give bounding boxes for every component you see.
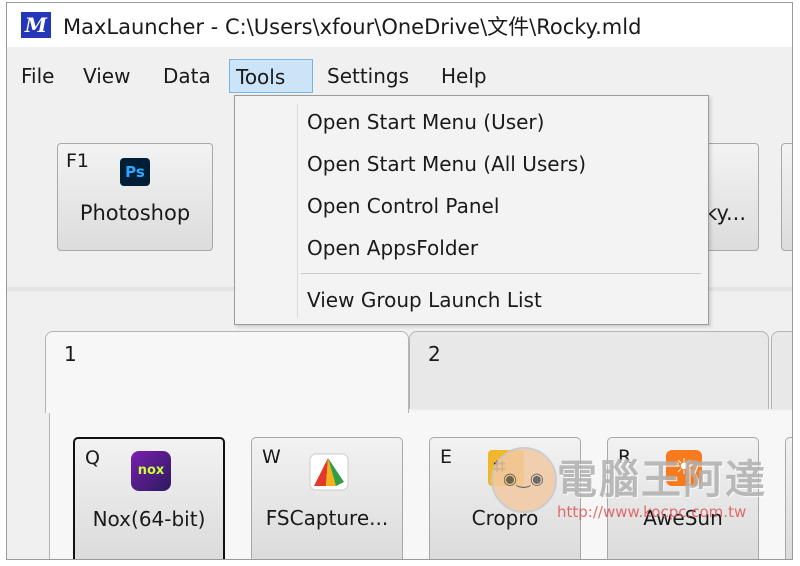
- mascot-icon: ◉‿◉: [491, 447, 557, 513]
- button-label: Nox(64-bit): [92, 507, 206, 531]
- app-window: M MaxLauncher - C:\Users\xfour\OneDrive\…: [6, 2, 793, 560]
- menu-item-open-control-panel[interactable]: Open Control Panel: [307, 186, 499, 226]
- nox-icon: nox: [131, 451, 171, 491]
- menu-separator: [301, 273, 701, 274]
- menu-item-open-start-menu-all-users[interactable]: Open Start Menu (All Users): [307, 144, 586, 184]
- hotkey-label: Q: [85, 447, 100, 469]
- fscapture-icon: [309, 453, 349, 491]
- button-label: FSCapture...: [265, 506, 389, 530]
- tab-label: 1: [64, 342, 77, 366]
- hotkey-label: W: [262, 446, 281, 468]
- tab-2[interactable]: 2: [409, 331, 769, 409]
- window-title: MaxLauncher - C:\Users\xfour\OneDrive\文件…: [63, 15, 642, 39]
- app-logo-icon: M: [21, 12, 51, 38]
- menu-view[interactable]: View: [77, 59, 136, 93]
- button-label: Photoshop: [79, 201, 191, 225]
- menu-help[interactable]: Help: [435, 59, 493, 93]
- menu-item-open-start-menu-user[interactable]: Open Start Menu (User): [307, 102, 544, 142]
- menu-icon-gutter: [297, 104, 298, 318]
- launch-button-partial[interactable]: [785, 437, 792, 559]
- tab-3-partial[interactable]: [771, 331, 792, 409]
- watermark-text: 電腦王阿達: [557, 457, 767, 503]
- hotkey-label: F1: [66, 150, 90, 172]
- tab-label: 2: [428, 342, 441, 366]
- tab-1[interactable]: 1: [45, 331, 409, 413]
- watermark-url: http://www.kocpc.com.tw: [557, 503, 747, 521]
- hotkey-label: E: [440, 446, 453, 468]
- launch-button-fscapture[interactable]: W FSCapture...: [251, 437, 403, 559]
- menu-item-view-group-launch-list[interactable]: View Group Launch List: [307, 280, 542, 320]
- launch-button-partial[interactable]: [781, 143, 792, 251]
- tools-menu-dropdown: Open Start Menu (User) Open Start Menu (…: [234, 95, 709, 325]
- menu-data[interactable]: Data: [157, 59, 217, 93]
- watermark: ◉‿◉ 電腦王阿達 http://www.kocpc.com.tw: [491, 439, 781, 539]
- title-bar: M MaxLauncher - C:\Users\xfour\OneDrive\…: [7, 3, 792, 47]
- photoshop-icon: Ps: [120, 158, 150, 186]
- launch-button-nox[interactable]: Q nox Nox(64-bit): [73, 437, 225, 559]
- menu-file[interactable]: File: [15, 59, 60, 93]
- menu-settings[interactable]: Settings: [321, 59, 415, 93]
- launch-button-photoshop[interactable]: F1 Ps Photoshop: [57, 143, 213, 251]
- menu-bar: File View Data Tools Settings Help: [7, 59, 792, 95]
- menu-item-open-appsfolder[interactable]: Open AppsFolder: [307, 228, 478, 268]
- menu-tools[interactable]: Tools: [229, 59, 313, 93]
